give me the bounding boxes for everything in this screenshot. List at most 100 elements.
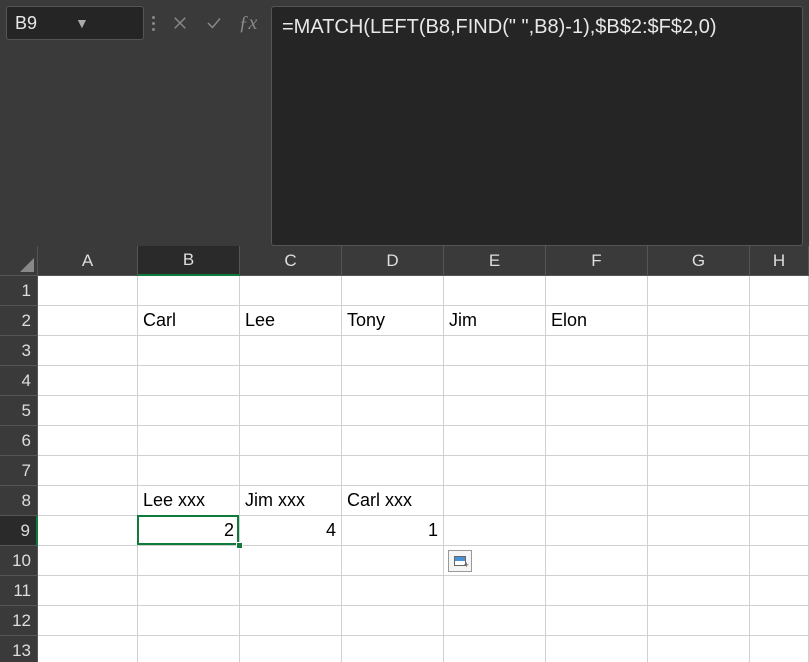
row-header-4[interactable]: 4 <box>0 366 38 396</box>
cell-E6[interactable] <box>444 426 546 456</box>
cell-G5[interactable] <box>648 396 750 426</box>
row-header-13[interactable]: 13 <box>0 636 38 662</box>
cell-D5[interactable] <box>342 396 444 426</box>
cell-G2[interactable] <box>648 306 750 336</box>
cell-G8[interactable] <box>648 486 750 516</box>
cell-D11[interactable] <box>342 576 444 606</box>
cell-E4[interactable] <box>444 366 546 396</box>
cell-A5[interactable] <box>38 396 138 426</box>
cell-C1[interactable] <box>240 276 342 306</box>
cell-D8[interactable]: Carl xxx <box>342 486 444 516</box>
col-header-E[interactable]: E <box>444 246 546 276</box>
cell-H10[interactable] <box>750 546 809 576</box>
cell-G13[interactable] <box>648 636 750 662</box>
cell-G10[interactable] <box>648 546 750 576</box>
cell-H6[interactable] <box>750 426 809 456</box>
cell-E13[interactable] <box>444 636 546 662</box>
cell-C6[interactable] <box>240 426 342 456</box>
cell-H3[interactable] <box>750 336 809 366</box>
col-header-H[interactable]: H <box>750 246 809 276</box>
cell-A13[interactable] <box>38 636 138 662</box>
cell-A2[interactable] <box>38 306 138 336</box>
cell-F4[interactable] <box>546 366 648 396</box>
cell-C10[interactable] <box>240 546 342 576</box>
cell-A12[interactable] <box>38 606 138 636</box>
cell-E7[interactable] <box>444 456 546 486</box>
cell-C8[interactable]: Jim xxx <box>240 486 342 516</box>
cell-H8[interactable] <box>750 486 809 516</box>
row-header-6[interactable]: 6 <box>0 426 38 456</box>
cell-B1[interactable] <box>138 276 240 306</box>
cell-A3[interactable] <box>38 336 138 366</box>
cell-H5[interactable] <box>750 396 809 426</box>
col-header-D[interactable]: D <box>342 246 444 276</box>
row-header-11[interactable]: 11 <box>0 576 38 606</box>
row-header-5[interactable]: 5 <box>0 396 38 426</box>
cell-C7[interactable] <box>240 456 342 486</box>
cell-A7[interactable] <box>38 456 138 486</box>
row-header-12[interactable]: 12 <box>0 606 38 636</box>
cell-G1[interactable] <box>648 276 750 306</box>
confirm-formula-button[interactable] <box>197 6 231 40</box>
cell-D4[interactable] <box>342 366 444 396</box>
row-header-7[interactable]: 7 <box>0 456 38 486</box>
cell-G7[interactable] <box>648 456 750 486</box>
cell-H9[interactable] <box>750 516 809 546</box>
col-header-F[interactable]: F <box>546 246 648 276</box>
cell-E5[interactable] <box>444 396 546 426</box>
cell-H4[interactable] <box>750 366 809 396</box>
row-header-2[interactable]: 2 <box>0 306 38 336</box>
row-header-10[interactable]: 10 <box>0 546 38 576</box>
cell-B4[interactable] <box>138 366 240 396</box>
cell-F12[interactable] <box>546 606 648 636</box>
cell-C13[interactable] <box>240 636 342 662</box>
col-header-C[interactable]: C <box>240 246 342 276</box>
cell-C9[interactable]: 4 <box>240 516 342 546</box>
cell-G4[interactable] <box>648 366 750 396</box>
cell-E1[interactable] <box>444 276 546 306</box>
cell-B7[interactable] <box>138 456 240 486</box>
cell-B11[interactable] <box>138 576 240 606</box>
cell-H7[interactable] <box>750 456 809 486</box>
name-box[interactable]: B9 ▼ <box>6 6 144 40</box>
cell-F2[interactable]: Elon <box>546 306 648 336</box>
cell-B2[interactable]: Carl <box>138 306 240 336</box>
cell-C11[interactable] <box>240 576 342 606</box>
cell-A9[interactable] <box>38 516 138 546</box>
cell-H13[interactable] <box>750 636 809 662</box>
cell-D13[interactable] <box>342 636 444 662</box>
cell-E11[interactable] <box>444 576 546 606</box>
cell-E9[interactable] <box>444 516 546 546</box>
cell-D2[interactable]: Tony <box>342 306 444 336</box>
cell-H11[interactable] <box>750 576 809 606</box>
cell-H2[interactable] <box>750 306 809 336</box>
cell-C2[interactable]: Lee <box>240 306 342 336</box>
cell-C4[interactable] <box>240 366 342 396</box>
cell-B9[interactable]: 2 <box>138 516 240 546</box>
cell-F5[interactable] <box>546 396 648 426</box>
cell-E12[interactable] <box>444 606 546 636</box>
cell-D1[interactable] <box>342 276 444 306</box>
row-header-9[interactable]: 9 <box>0 516 38 546</box>
cell-F6[interactable] <box>546 426 648 456</box>
cell-G6[interactable] <box>648 426 750 456</box>
cell-H12[interactable] <box>750 606 809 636</box>
cell-F9[interactable] <box>546 516 648 546</box>
col-header-B[interactable]: B <box>138 246 240 276</box>
cell-F7[interactable] <box>546 456 648 486</box>
cell-G12[interactable] <box>648 606 750 636</box>
select-all-corner[interactable] <box>0 246 38 276</box>
cell-E8[interactable] <box>444 486 546 516</box>
cell-F13[interactable] <box>546 636 648 662</box>
row-header-1[interactable]: 1 <box>0 276 38 306</box>
cell-A10[interactable] <box>38 546 138 576</box>
cancel-formula-button[interactable] <box>163 6 197 40</box>
cell-C3[interactable] <box>240 336 342 366</box>
row-header-8[interactable]: 8 <box>0 486 38 516</box>
cell-A1[interactable] <box>38 276 138 306</box>
cell-B5[interactable] <box>138 396 240 426</box>
cell-E2[interactable]: Jim <box>444 306 546 336</box>
cell-A8[interactable] <box>38 486 138 516</box>
cell-B6[interactable] <box>138 426 240 456</box>
cell-G11[interactable] <box>648 576 750 606</box>
